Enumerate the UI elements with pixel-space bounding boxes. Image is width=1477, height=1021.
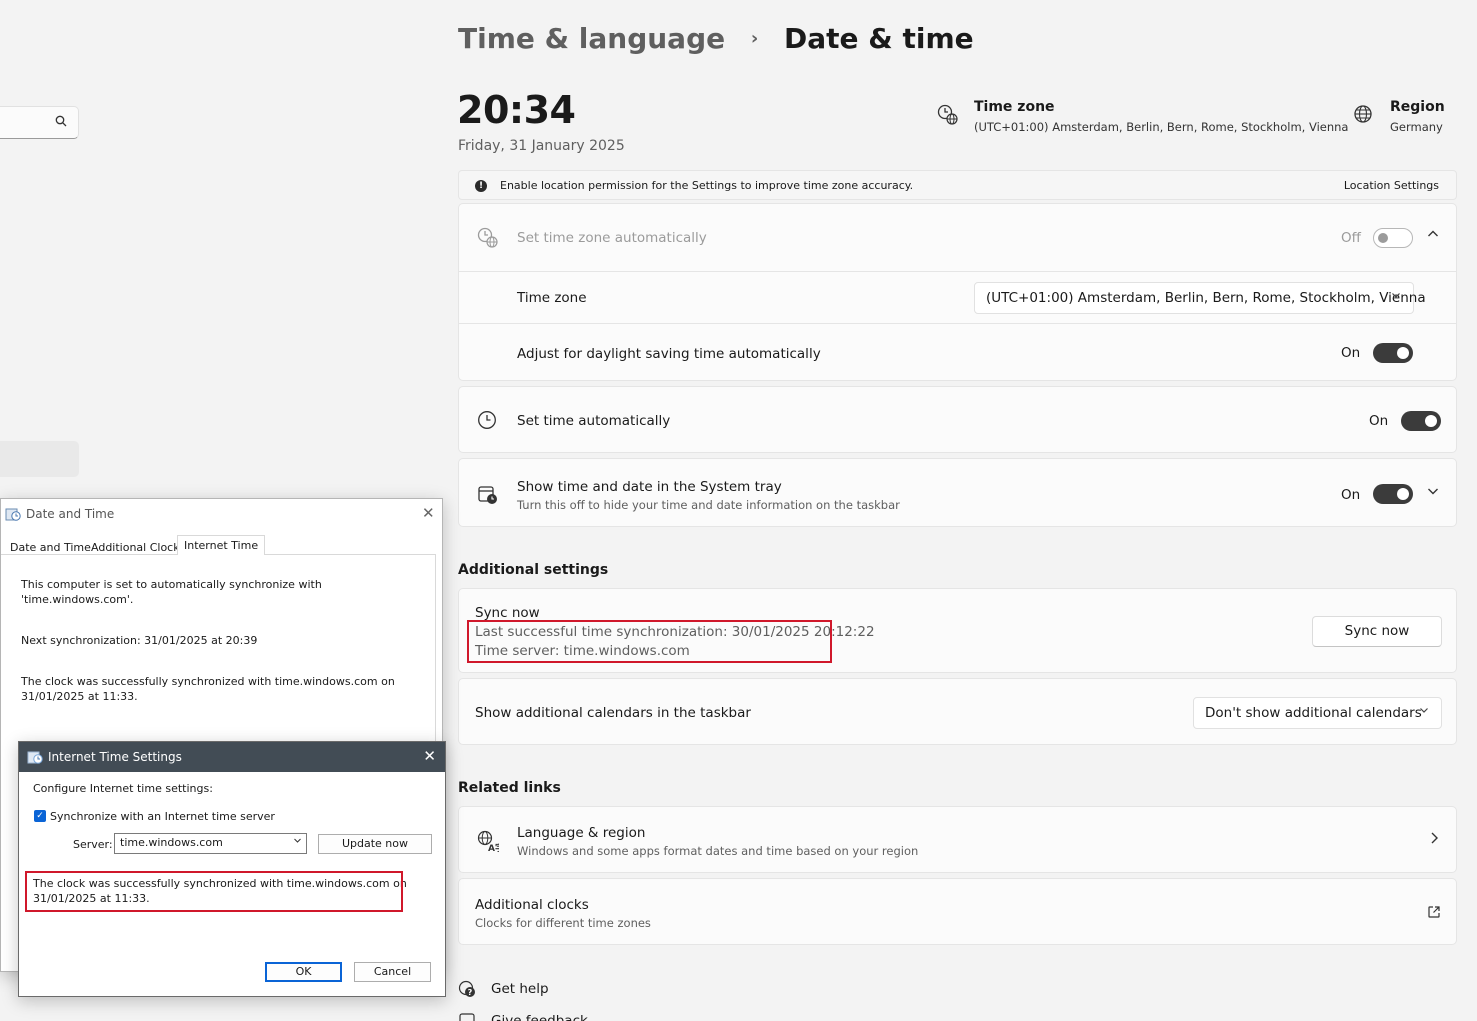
- help-icon: ?: [458, 980, 476, 1002]
- tab-internet-time[interactable]: Internet Time: [177, 535, 266, 555]
- system-tray-state: On: [1341, 487, 1361, 503]
- tab-date-and-time[interactable]: Date and Time: [10, 541, 91, 554]
- region-value: Germany: [1390, 120, 1443, 134]
- close-icon[interactable]: ✕: [422, 504, 435, 522]
- location-permission-infobar: ! Enable location permission for the Set…: [458, 170, 1457, 200]
- set-timezone-auto-state: Off: [1341, 230, 1361, 246]
- server-combobox[interactable]: time.windows.com: [114, 833, 307, 854]
- language-region-card[interactable]: A字 Language & region Windows and some ap…: [458, 806, 1457, 873]
- sync-success-line1: The clock was successfully synchronized …: [21, 675, 395, 688]
- internet-time-dialog-title: Internet Time Settings: [48, 750, 182, 764]
- timezone-value: (UTC+01:00) Amsterdam, Berlin, Bern, Rom…: [974, 120, 1349, 134]
- date-time-dialog-title: Date and Time: [26, 507, 115, 521]
- language-icon: A字: [477, 830, 504, 856]
- search-input[interactable]: [0, 106, 79, 139]
- current-date: Friday, 31 January 2025: [458, 138, 625, 154]
- chevron-down-icon: [1391, 290, 1401, 303]
- close-icon[interactable]: ✕: [423, 747, 436, 765]
- additional-calendars-dropdown[interactable]: Don't show additional calendars: [1193, 697, 1442, 729]
- highlight-box-success-message: [25, 871, 403, 912]
- sync-success-line2: 31/01/2025 at 11:33.: [21, 690, 138, 703]
- infobar-text: Enable location permission for the Setti…: [500, 179, 914, 192]
- globe-icon: [1353, 104, 1373, 129]
- ok-button[interactable]: OK: [265, 962, 342, 982]
- sync-checkbox-label: Synchronize with an Internet time server: [50, 810, 275, 823]
- open-external-icon: [1427, 905, 1441, 923]
- set-timezone-auto-toggle[interactable]: [1373, 228, 1413, 248]
- breadcrumb-parent[interactable]: Time & language: [458, 22, 725, 55]
- additional-calendars-card: Show additional calendars in the taskbar…: [458, 678, 1457, 745]
- give-feedback-link[interactable]: Give feedback: [491, 1013, 588, 1021]
- additional-calendars-label: Show additional calendars in the taskbar: [475, 705, 751, 721]
- breadcrumb: Time & language › Date & time: [458, 22, 974, 55]
- sync-now-button[interactable]: Sync now: [1312, 616, 1442, 647]
- additional-calendars-value: Don't show additional calendars: [1205, 705, 1422, 721]
- current-time: 20:34: [457, 88, 576, 132]
- timezone-card: Set time zone automatically Off Time zon…: [458, 203, 1457, 381]
- dst-state: On: [1341, 345, 1361, 361]
- highlight-box-sync-info: [467, 620, 832, 663]
- language-region-title: Language & region: [517, 825, 646, 841]
- get-help-link[interactable]: Get help: [491, 981, 549, 997]
- timezone-auto-icon: [477, 227, 499, 253]
- page-title: Date & time: [784, 22, 974, 55]
- server-value: time.windows.com: [120, 836, 223, 849]
- timezone-dropdown[interactable]: (UTC+01:00) Amsterdam, Berlin, Bern, Rom…: [974, 282, 1426, 314]
- system-tray-label: Show time and date in the System tray: [517, 479, 782, 495]
- system-tray-sublabel: Turn this off to hide your time and date…: [517, 498, 900, 512]
- related-links-title: Related links: [458, 780, 561, 796]
- nav-item-selected[interactable]: [0, 441, 79, 477]
- chevron-down-icon[interactable]: [293, 836, 302, 848]
- set-time-auto-label: Set time automatically: [517, 413, 671, 429]
- set-timezone-auto-label: Set time zone automatically: [517, 230, 707, 246]
- breadcrumb-separator: ›: [750, 28, 759, 49]
- system-tray-toggle[interactable]: [1373, 484, 1413, 504]
- internet-time-dialog-icon: [27, 749, 43, 769]
- set-time-auto-state: On: [1369, 413, 1389, 429]
- sync-checkbox[interactable]: ✓: [34, 810, 46, 822]
- additional-settings-title: Additional settings: [458, 562, 609, 578]
- sync-now-title: Sync now: [475, 605, 540, 621]
- next-sync-text: Next synchronization: 31/01/2025 at 20:3…: [21, 634, 258, 647]
- tab-additional-clocks[interactable]: Additional Clocks: [91, 541, 185, 554]
- system-tray-card: Show time and date in the System tray Tu…: [458, 458, 1457, 527]
- feedback-icon: [458, 1012, 476, 1021]
- location-settings-link[interactable]: Location Settings: [1344, 179, 1439, 192]
- calendar-clock-icon: [477, 484, 499, 510]
- additional-clocks-sublabel: Clocks for different time zones: [475, 916, 651, 930]
- sync-info-line1: This computer is set to automatically sy…: [21, 578, 322, 591]
- language-region-sublabel: Windows and some apps format dates and t…: [517, 844, 919, 858]
- chevron-down-icon[interactable]: [1427, 485, 1439, 501]
- region-title: Region: [1390, 99, 1445, 115]
- update-now-button[interactable]: Update now: [318, 834, 432, 854]
- sync-info-line2: 'time.windows.com'.: [21, 593, 134, 606]
- date-time-dialog-icon: [5, 506, 21, 526]
- chevron-right-icon: [1429, 831, 1439, 849]
- additional-clocks-title: Additional clocks: [475, 897, 589, 913]
- svg-text:A字: A字: [488, 842, 499, 852]
- svg-text:?: ?: [468, 988, 473, 997]
- chevron-up-icon[interactable]: [1427, 228, 1439, 244]
- configure-text: Configure Internet time settings:: [33, 782, 213, 795]
- set-time-auto-toggle[interactable]: [1401, 411, 1441, 431]
- dst-toggle[interactable]: [1373, 343, 1413, 363]
- dst-label: Adjust for daylight saving time automati…: [517, 346, 821, 362]
- search-icon[interactable]: [55, 115, 67, 131]
- internet-time-settings-dialog: Internet Time Settings ✕ Configure Inter…: [18, 741, 446, 997]
- timezone-dropdown-value: (UTC+01:00) Amsterdam, Berlin, Bern, Rom…: [986, 290, 1426, 306]
- server-label: Server:: [73, 838, 113, 851]
- additional-clocks-card[interactable]: Additional clocks Clocks for different t…: [458, 878, 1457, 945]
- info-icon: !: [475, 180, 487, 192]
- chevron-down-icon: [1419, 705, 1429, 718]
- timezone-globe-icon: [937, 104, 959, 131]
- clock-icon: [477, 410, 497, 434]
- cancel-button[interactable]: Cancel: [354, 962, 431, 982]
- timezone-title: Time zone: [974, 99, 1055, 115]
- timezone-label: Time zone: [517, 290, 587, 306]
- set-time-auto-card: Set time automatically On: [458, 386, 1457, 453]
